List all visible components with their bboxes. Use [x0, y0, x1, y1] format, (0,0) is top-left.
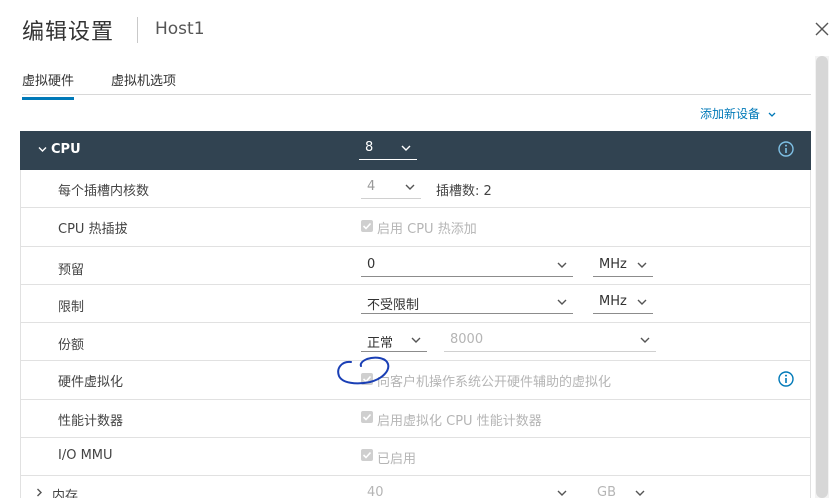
chevron-down-icon [411, 337, 421, 343]
limit-label: 限制 [58, 300, 85, 315]
iommu-row: I/O MMU 已启用 [20, 438, 811, 476]
cpu-hot-plug-label: CPU 热插拔 [58, 222, 128, 237]
add-new-device-button[interactable]: 添加新设备 [700, 105, 776, 122]
close-icon[interactable] [814, 20, 830, 38]
hw-virtualization-checkbox[interactable] [361, 373, 373, 385]
chevron-down-icon [637, 262, 647, 268]
iommu-checkbox[interactable] [361, 449, 373, 461]
memory-unit-select[interactable]: GB [591, 483, 651, 498]
cores-per-socket-select[interactable]: 4 [361, 177, 421, 199]
info-icon[interactable] [778, 371, 794, 387]
limit-unit-select[interactable]: MHz [593, 292, 653, 314]
dialog-title: 编辑设置 [22, 20, 115, 45]
reservation-input[interactable]: 0 [361, 255, 573, 277]
chevron-down-icon [401, 145, 411, 151]
dialog-subtitle: Host1 [155, 19, 205, 39]
scrollbar-thumb[interactable] [816, 56, 828, 498]
cores-per-socket-row: 每个插槽内核数 4 插槽数: 2 [20, 170, 811, 208]
reservation-unit-select[interactable]: MHz [593, 255, 653, 277]
perf-counters-checkbox[interactable] [361, 411, 373, 423]
iommu-label: I/O MMU [58, 448, 113, 463]
cpu-header-row[interactable]: CPU 8 [20, 131, 811, 170]
chevron-down-icon [557, 262, 567, 268]
cpu-count-select[interactable]: 8 [359, 138, 417, 160]
chevron-down-icon [557, 490, 567, 496]
info-icon[interactable] [778, 141, 794, 157]
cpu-hot-plug-row: CPU 热插拔 启用 CPU 热添加 [20, 208, 811, 247]
reservation-label: 预留 [58, 263, 85, 278]
chevron-down-icon [557, 299, 567, 305]
cores-per-socket-label: 每个插槽内核数 [58, 184, 150, 199]
tabs-divider [22, 94, 811, 95]
hw-virtualization-checkbox-label: 向客户机操作系统公开硬件辅助的虚拟化 [377, 375, 612, 390]
limit-row: 限制 不受限制 MHz [20, 285, 811, 323]
shares-level-select[interactable]: 正常 [361, 330, 427, 352]
memory-size-input[interactable]: 40 [361, 483, 573, 498]
chevron-right-icon[interactable] [36, 488, 43, 497]
perf-counters-label: 性能计数器 [58, 414, 124, 429]
chevron-down-icon [640, 337, 650, 343]
tab-virtual-hardware[interactable]: 虚拟硬件 [22, 70, 75, 100]
limit-input[interactable]: 不受限制 [361, 292, 573, 314]
add-new-device-label: 添加新设备 [700, 107, 761, 121]
sockets-count-text: 插槽数: 2 [436, 184, 492, 199]
chevron-down-icon [637, 299, 647, 305]
chevron-down-icon [768, 112, 776, 117]
shares-row: 份额 正常 8000 [20, 323, 811, 361]
hw-virtualization-label: 硬件虚拟化 [58, 375, 124, 390]
hw-virtualization-row: 硬件虚拟化 向客户机操作系统公开硬件辅助的虚拟化 [20, 361, 811, 400]
iommu-checkbox-label: 已启用 [377, 452, 417, 467]
chevron-down-icon [635, 490, 645, 496]
memory-header-row[interactable]: 内存 40 GB [20, 476, 811, 498]
cpu-header-label: CPU [51, 142, 81, 157]
tab-vm-options[interactable]: 虚拟机选项 [111, 70, 176, 97]
cpu-hot-add-checkbox-label: 启用 CPU 热添加 [377, 222, 477, 237]
chevron-down-icon[interactable] [38, 146, 47, 153]
memory-header-label: 内存 [52, 489, 79, 498]
reservation-row: 预留 0 MHz [20, 247, 811, 285]
shares-value-input[interactable]: 8000 [444, 330, 656, 352]
chevron-down-icon [405, 184, 415, 190]
perf-counters-checkbox-label: 启用虚拟化 CPU 性能计数器 [377, 414, 542, 429]
perf-counters-row: 性能计数器 启用虚拟化 CPU 性能计数器 [20, 400, 811, 438]
title-divider [137, 17, 138, 43]
cpu-hot-add-checkbox[interactable] [361, 220, 373, 232]
shares-label: 份额 [58, 338, 85, 353]
